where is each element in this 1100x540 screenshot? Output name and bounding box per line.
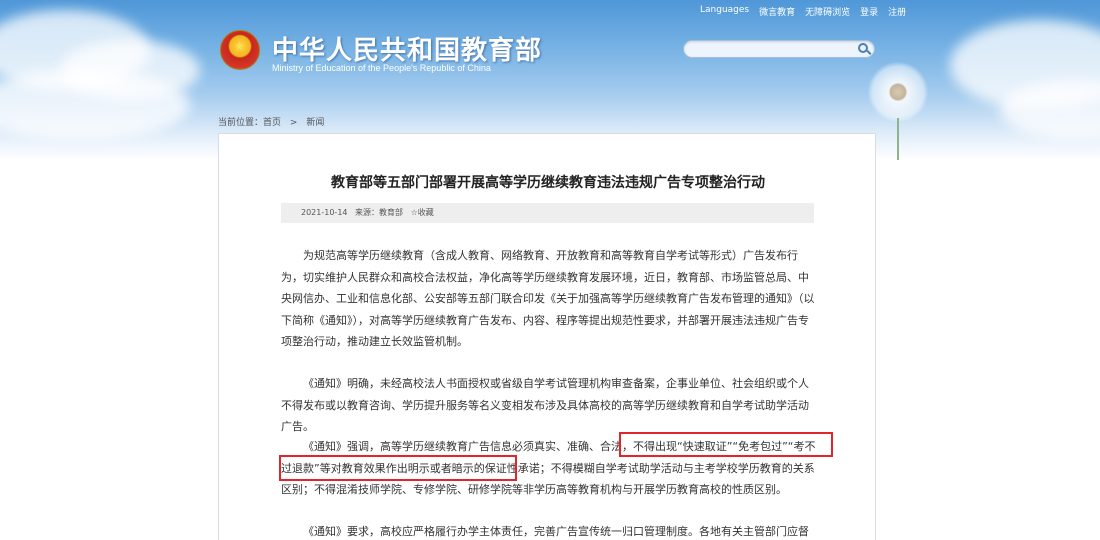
- breadcrumb-separator: >: [289, 118, 298, 128]
- article-paragraph: 《通知》明确，未经高校法人书面授权或省级自学考试管理机构审查备案，企事业单位、社…: [281, 377, 809, 433]
- dandelion-stem: [897, 118, 899, 160]
- article-source: 来源：教育部: [355, 208, 404, 217]
- article-date: 2021-10-14: [301, 208, 348, 217]
- accessibility-link[interactable]: 无障碍浏览: [805, 5, 850, 18]
- article-title: 教育部等五部门部署开展高等学历继续教育违法违规广告专项整治行动: [331, 175, 765, 191]
- breadcrumb-home[interactable]: 首页: [263, 118, 281, 128]
- site-subtitle: Ministry of Education of the People's Re…: [272, 63, 491, 73]
- breadcrumb-label: 当前位置：: [218, 118, 264, 128]
- breadcrumb-current[interactable]: 新闻: [306, 118, 324, 128]
- weiyan-education-link[interactable]: 微言教育: [759, 5, 795, 18]
- register-link[interactable]: 注册: [888, 5, 906, 18]
- login-link[interactable]: 登录: [860, 5, 878, 18]
- article-container: 教育部等五部门部署开展高等学历继续教育违法违规广告专项整治行动 2021-10-…: [218, 133, 876, 540]
- article-paragraph: 为规范高等学历继续教育（含成人教育、网络教育、开放教育和高等教育自学考试等形式）…: [281, 249, 815, 348]
- article-meta: 2021-10-14 来源：教育部 ☆收藏: [281, 203, 814, 223]
- favorite-button[interactable]: ☆收藏: [411, 208, 434, 217]
- article-paragraph: 《通知》要求，高校应严格履行办学主体责任，完善广告宣传统一归口管理制度。各地有关…: [303, 525, 809, 538]
- breadcrumb: 当前位置：首页 > 新闻: [218, 115, 330, 128]
- search-input[interactable]: [683, 40, 875, 58]
- languages-link[interactable]: Languages: [700, 5, 749, 18]
- site-title[interactable]: 中华人民共和国教育部: [272, 30, 542, 67]
- highlight-box: [619, 432, 833, 457]
- dandelion-decoration: [868, 62, 928, 122]
- highlight-box: [279, 455, 517, 481]
- top-links: Languages 微言教育 无障碍浏览 登录 注册: [700, 5, 906, 18]
- national-emblem-icon: ★: [220, 30, 260, 70]
- search-icon[interactable]: [858, 43, 868, 53]
